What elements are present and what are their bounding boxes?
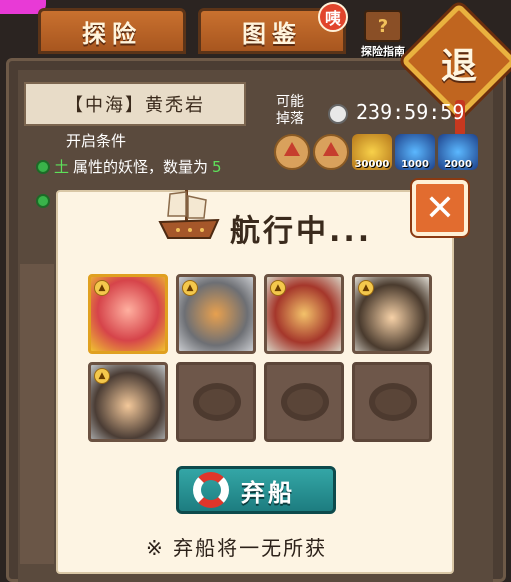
gold-pot-icon[interactable]: 30000 [352,134,392,170]
explore-guide-label: 探险指南 [361,45,405,58]
abandon-warning: ※ 弃船将一无所获 [146,536,328,560]
unlock-condition: 土 属性的妖怪，数量为 5 [36,156,222,177]
earth-element-icon: ▲ [94,368,110,384]
book-question-icon: ? [364,10,402,42]
monster-slot[interactable]: ▲ [176,274,256,354]
background-list-edge [20,264,54,564]
medal-icon[interactable] [274,134,310,170]
condition-text: 属性的妖怪，数量为 [73,158,209,176]
condition-element: 土 [54,158,70,176]
empty-slot [264,362,344,442]
earth-element-icon: ▲ [358,280,374,296]
stopwatch-icon [328,104,348,124]
monster-slot[interactable]: ▲ [264,274,344,354]
dialog-title: 航行中... [230,214,373,249]
sword-medal-icon[interactable] [313,134,349,170]
notification-badge: 咦 [318,2,348,32]
monster-slot[interactable]: ▲ [352,274,432,354]
lifebuoy-icon [193,472,229,508]
retreat-button-label[interactable]: 退 [418,22,500,104]
countdown-timer: 239:59:59 [356,100,465,124]
check-icon [36,159,50,174]
explore-guide-button[interactable]: ? 探险指南 [354,10,412,60]
monster-slot[interactable]: ▲ [88,362,168,442]
tab-explore[interactable]: 探险 [38,8,186,54]
ship-icon [158,190,220,239]
abandon-ship-label: 弃船 [241,478,295,507]
earth-element-icon: ▲ [94,280,110,296]
earth-element-icon: ▲ [270,280,286,296]
condition-count: 5 [212,157,222,176]
unlock-condition-title: 开启条件 [66,132,127,150]
check-icon-2 [36,194,50,208]
abandon-ship-button[interactable]: 弃船 [176,466,336,514]
earth-element-icon: ▲ [182,280,198,296]
empty-slot [352,362,432,442]
empty-slot [176,362,256,442]
area-name: 【中海】黄秃岩 [24,82,246,126]
close-button[interactable]: ✕ [412,180,468,236]
monster-slot[interactable]: ▲ [88,274,168,354]
possible-drops-label: 可能 掉落 [276,94,304,127]
blue-flame-icon[interactable]: 2000 [438,134,478,170]
blue-flame-icon[interactable]: 1000 [395,134,435,170]
drop-list: 30000 1000 2000 [274,134,478,170]
